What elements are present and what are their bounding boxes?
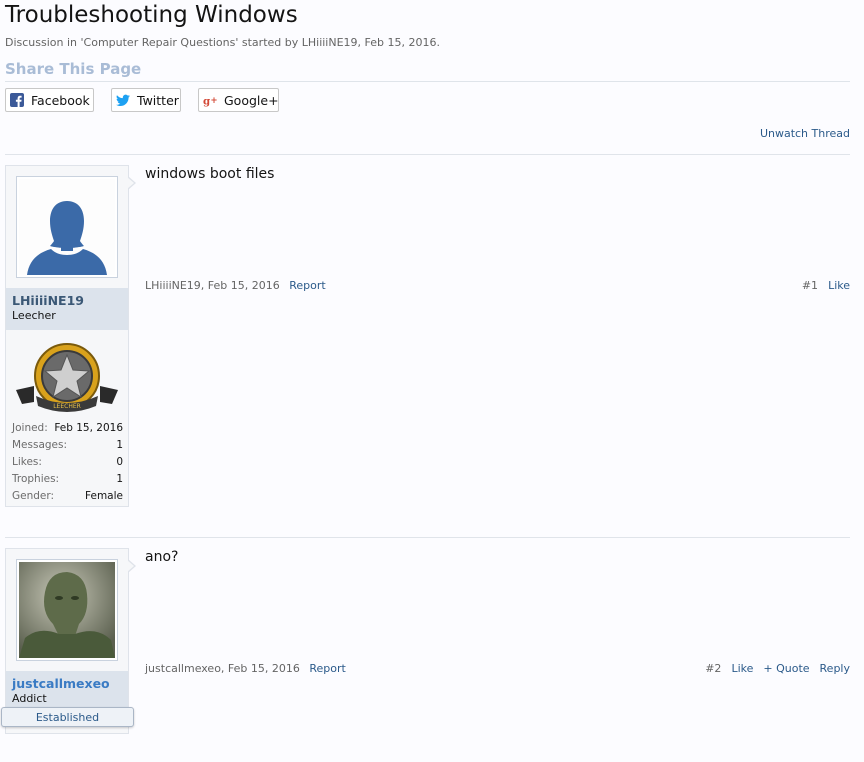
username[interactable]: LHiiiiNE19 <box>12 293 122 308</box>
card-arrow <box>127 559 136 573</box>
quote-link[interactable]: + Quote <box>763 662 809 675</box>
svg-text:g: g <box>203 95 210 106</box>
share-heading: Share This Page <box>5 60 850 82</box>
post-message: windows boot files <box>145 166 275 182</box>
post-meta: LHiiiiNE19, Feb 15, 2016 Report <box>145 279 326 292</box>
username-bar: LHiiiiNE19 Leecher <box>6 288 128 330</box>
reply-link[interactable]: Reply <box>820 662 850 675</box>
default-female-avatar-icon <box>19 179 115 275</box>
thread-description: Discussion in 'Computer Repair Questions… <box>5 36 440 49</box>
user-rank: Leecher <box>12 309 56 322</box>
google-plus-icon: g + <box>203 93 217 107</box>
leecher-badge-icon: LEECHER <box>12 338 122 420</box>
divider <box>5 537 850 538</box>
post-message: ano? <box>145 549 179 565</box>
like-link[interactable]: Like <box>828 279 850 292</box>
divider <box>5 154 850 155</box>
avatar[interactable] <box>16 559 118 661</box>
report-link[interactable]: Report <box>309 662 345 675</box>
card-arrow <box>127 176 136 190</box>
stat-joined: Joined: Feb 15, 2016 <box>12 421 123 434</box>
avatar[interactable] <box>16 176 118 278</box>
user-rank: Addict <box>12 692 47 705</box>
google-plus-label: Google+ <box>224 92 279 108</box>
twitter-label: Twitter <box>137 92 179 108</box>
twitter-icon <box>116 93 130 107</box>
facebook-share-button[interactable]: Facebook <box>5 88 94 112</box>
post-author-date[interactable]: justcallmexeo, Feb 15, 2016 <box>145 662 300 675</box>
facebook-label: Facebook <box>31 92 90 108</box>
google-plus-share-button[interactable]: g + Google+ <box>198 88 279 112</box>
username[interactable]: justcallmexeo <box>12 676 122 691</box>
post-actions: #2 Like + Quote Reply <box>705 662 850 675</box>
stat-trophies: Trophies: 1 <box>12 472 123 485</box>
like-link[interactable]: Like <box>731 662 753 675</box>
post-author-date[interactable]: LHiiiiNE19, Feb 15, 2016 <box>145 279 280 292</box>
post-number[interactable]: #1 <box>802 279 818 292</box>
stat-gender: Gender: Female <box>12 489 123 502</box>
user-banner-established: Established <box>1 707 134 727</box>
svg-text:+: + <box>210 94 217 104</box>
twitter-share-button[interactable]: Twitter <box>111 88 181 112</box>
unwatch-thread-link[interactable]: Unwatch Thread <box>760 127 850 140</box>
user-stats: Joined: Feb 15, 2016 Messages: 1 Likes: 0 T… <box>12 419 123 504</box>
facebook-icon <box>10 93 24 107</box>
report-link[interactable]: Report <box>289 279 325 292</box>
user-info-card: LHiiiiNE19 Leecher LEECHER Joined: Feb 15… <box>5 165 136 507</box>
stat-messages: Messages: 1 <box>12 438 123 451</box>
thread-title: Troubleshooting Windows <box>5 2 298 28</box>
post-actions: #1 Like <box>802 279 850 292</box>
post-meta: justcallmexeo, Feb 15, 2016 Report <box>145 662 346 675</box>
user-photo-icon <box>19 562 115 658</box>
stat-likes: Likes: 0 <box>12 455 123 468</box>
post-number[interactable]: #2 <box>705 662 721 675</box>
badge-text: LEECHER <box>53 403 81 410</box>
